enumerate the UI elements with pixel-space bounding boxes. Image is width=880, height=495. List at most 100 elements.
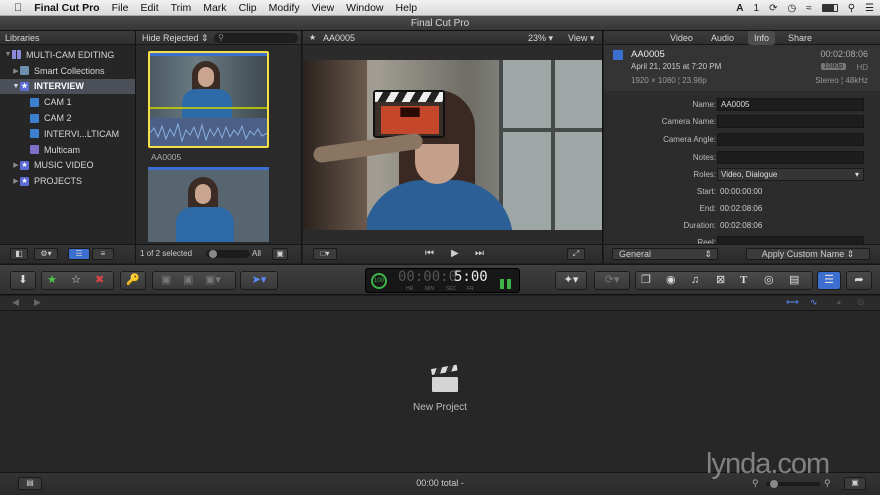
timecode-placeholder: 00:00:0 [398, 269, 458, 285]
sidebar-item-interview[interactable]: ▼ ★ INTERVIEW [0, 78, 135, 95]
clapper-icon [430, 364, 460, 393]
filter-popup[interactable]: Hide Rejected ⇕ [142, 31, 209, 45]
skimming-icon[interactable]: ⟷ [786, 297, 799, 308]
camera-name-field[interactable] [717, 115, 864, 128]
back-icon[interactable]: ◀ [12, 297, 19, 308]
import-icon[interactable]: ⬇ [10, 271, 36, 290]
sync-icon[interactable]: ⟳ [769, 3, 777, 14]
sidebar-item-music-video[interactable]: ▶ ★ MUSIC VIDEO [0, 158, 135, 174]
music-icon[interactable]: ♫ [691, 272, 699, 289]
filmstrip-view-icon[interactable]: ☰ [68, 248, 90, 260]
play-icon[interactable]: ▶ [451, 248, 459, 259]
fullscreen-icon[interactable]: ⤢ [567, 248, 585, 260]
sidebar-item-smart-collections[interactable]: ▶ Smart Collections [0, 63, 135, 79]
forward-icon[interactable]: ▶ [34, 297, 41, 308]
audio-skimming-icon[interactable]: ∿ [810, 297, 818, 308]
hd-badge: HD [856, 63, 868, 72]
menu-edit[interactable]: Edit [135, 2, 165, 14]
library-multicam-editing[interactable]: ▼ MULTI-CAM EDITING [0, 47, 135, 63]
disclosure-open-icon[interactable]: ▼ [4, 51, 12, 58]
disclosure-closed-icon[interactable]: ▶ [12, 161, 20, 169]
keyword-icon[interactable]: 🔑 [120, 271, 146, 290]
list-view-icon[interactable]: ≡ [92, 248, 114, 260]
favorite-icon[interactable]: ★ [47, 272, 57, 289]
adobe-icon[interactable]: A [736, 3, 743, 14]
themes-icon[interactable]: ▤ [789, 272, 799, 289]
clock-icon[interactable]: ◷ [787, 3, 796, 14]
field-row-start: Start: 00:00:00:00 [604, 185, 880, 199]
clip-appearance-icon[interactable]: ▣ [844, 477, 866, 490]
menu-modify[interactable]: Modify [263, 2, 306, 14]
next-frame-icon[interactable]: ⏭ [475, 248, 484, 259]
disclosure-closed-icon[interactable]: ▶ [12, 67, 20, 75]
timecode-display[interactable]: 100 00:00:0 5:00 HR MIN SEC FR [365, 268, 520, 293]
field-row-name: Name: AA0005 [604, 98, 880, 112]
viewer-header: ★ AA0005 23% ▾ View ▾ [303, 31, 602, 45]
previous-frame-icon[interactable]: ⏮ [425, 248, 434, 259]
sidebar-item-cam-1[interactable]: CAM 1 [0, 94, 135, 110]
event-star-icon: ★ [20, 160, 29, 170]
chevron-down-icon: ▾ [854, 170, 859, 179]
battery-icon[interactable] [821, 4, 838, 12]
enhancements-icon[interactable]: ✦▾ [555, 271, 587, 290]
menu-view[interactable]: View [306, 2, 341, 14]
inspector-icon[interactable]: ☰ [817, 271, 841, 290]
reject-icon[interactable]: ✖ [95, 272, 104, 289]
sidebar-item-multicam[interactable]: Multicam [0, 142, 135, 158]
connect-clip-icon[interactable]: ▣ [161, 272, 171, 289]
menu-mark[interactable]: Mark [197, 2, 232, 14]
select-tool-icon[interactable]: ➤▾ [240, 271, 278, 290]
view-popup[interactable]: View ▾ [568, 31, 594, 45]
append-clip-icon[interactable]: ▣▾ [205, 272, 221, 289]
sidebar-item-interview-multicam[interactable]: INTERVI...LTICAM [0, 126, 135, 142]
reel-field[interactable] [717, 236, 864, 244]
share-icon[interactable]: ➦ [846, 271, 872, 290]
menu-app-name[interactable]: Final Cut Pro [28, 2, 105, 14]
disclosure-closed-icon[interactable]: ▶ [12, 177, 20, 185]
notes-field[interactable] [717, 151, 864, 164]
tab-info[interactable]: Info [748, 31, 776, 45]
disclosure-open-icon[interactable]: ▼ [12, 83, 20, 90]
apple-icon[interactable]:  [0, 2, 28, 14]
retime-icon[interactable]: ⟳▾ [594, 271, 630, 290]
duration-filter[interactable]: All [252, 249, 261, 258]
transitions-icon[interactable]: ⊠ [716, 272, 725, 289]
generators-icon[interactable]: ◎ [764, 272, 774, 289]
gear-icon[interactable]: ⚙▾ [34, 248, 58, 260]
sidebar-item-projects[interactable]: ▶ ★ PROJECTS [0, 173, 135, 189]
search-icon[interactable]: ⚲ [848, 3, 855, 14]
tab-video[interactable]: Video [670, 31, 693, 45]
tab-share[interactable]: Share [788, 31, 812, 45]
menu-file[interactable]: File [106, 2, 135, 14]
wifi-icon[interactable]: ≈ [806, 3, 812, 14]
search-field[interactable]: ⚲ [214, 33, 298, 43]
clip-thumbnail-selected[interactable] [148, 51, 269, 148]
snapping-icon[interactable]: ⊙ [857, 297, 865, 308]
clip-thumbnail[interactable] [148, 167, 269, 242]
titles-icon[interactable]: T [740, 272, 747, 289]
insert-clip-icon[interactable]: ▣ [183, 272, 193, 289]
clip-zoom-slider[interactable] [206, 250, 250, 258]
sidebar-toggle-icon[interactable]: ◧ [10, 248, 28, 260]
camera-icon[interactable]: ◉ [666, 272, 676, 289]
clip-appearance-icon[interactable]: ▣ [272, 248, 288, 260]
metadata-view-popup[interactable]: General ⇕ [612, 248, 718, 260]
menu-trim[interactable]: Trim [165, 2, 198, 14]
inspector-toggle-icon[interactable]: ❐ [641, 272, 651, 289]
roles-popup[interactable]: Video, Dialogue ▾ [717, 168, 864, 181]
menu-help[interactable]: Help [390, 2, 424, 14]
solo-icon[interactable]: ◕ [836, 297, 841, 307]
zoom-popup[interactable]: 23% ▾ [528, 31, 553, 45]
zoom-slider[interactable] [766, 480, 820, 488]
sidebar-item-cam-2[interactable]: CAM 2 [0, 110, 135, 126]
menu-clip[interactable]: Clip [233, 2, 263, 14]
camera-angle-field[interactable] [717, 133, 864, 146]
chevron-down-icon: ⇕ [704, 249, 712, 259]
unrate-icon[interactable]: ☆ [71, 272, 81, 289]
transform-icon[interactable]: □▾ [313, 248, 337, 260]
apply-custom-name-button[interactable]: Apply Custom Name ⇕ [746, 248, 870, 260]
name-field[interactable]: AA0005 [717, 98, 864, 111]
tab-audio[interactable]: Audio [711, 31, 734, 45]
list-icon[interactable]: ☰ [865, 3, 874, 14]
menu-window[interactable]: Window [340, 2, 389, 14]
